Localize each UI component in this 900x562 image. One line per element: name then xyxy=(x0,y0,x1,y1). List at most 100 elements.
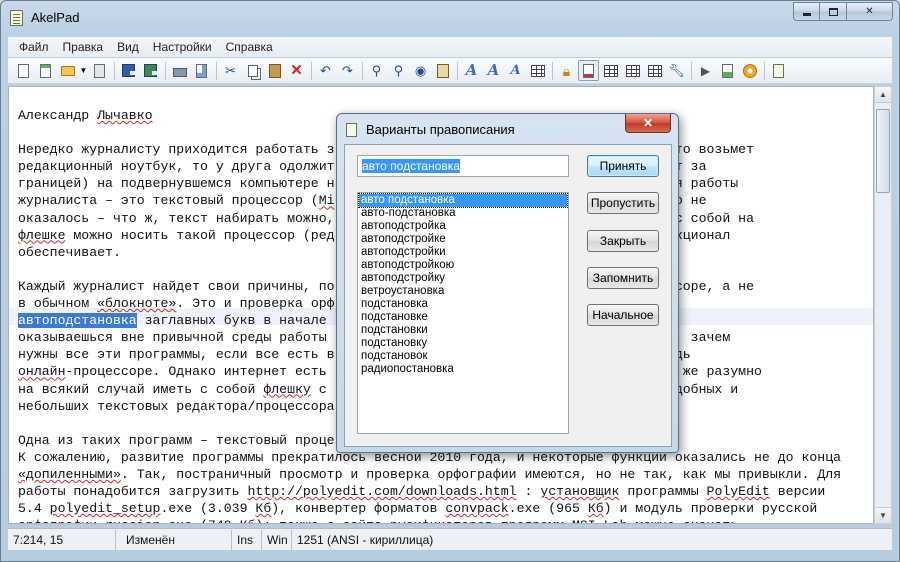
dropdown-arrow-icon: ▼ xyxy=(79,65,88,75)
dialog-close-button[interactable]: ✕ xyxy=(625,114,671,133)
notepad-button[interactable] xyxy=(768,60,789,81)
suggestion-item[interactable]: автоподстройкою xyxy=(359,259,567,272)
find-button[interactable]: ⚲ xyxy=(366,60,387,81)
replacement-input-value: авто подстановка xyxy=(362,159,460,173)
play-icon: ▶ xyxy=(700,63,711,78)
settings-button[interactable] xyxy=(739,60,760,81)
editor-text-run: программы xyxy=(619,484,707,500)
copy-button[interactable] xyxy=(242,60,263,81)
undo-button[interactable]: ↶ xyxy=(315,60,336,81)
save-all-button[interactable] xyxy=(140,60,161,81)
print-button[interactable] xyxy=(169,60,190,81)
goto-button[interactable]: ◉ xyxy=(410,60,431,81)
suggestion-item[interactable]: подстановку xyxy=(359,337,567,350)
print-preview-button[interactable] xyxy=(191,60,212,81)
editor-text-run: ) и модуль проверки русской xyxy=(603,501,818,517)
color-button[interactable] xyxy=(527,60,548,81)
status-newline[interactable]: Win xyxy=(262,529,292,550)
replacement-input[interactable]: авто подстановка xyxy=(357,155,569,177)
replace-button[interactable]: ⚲ xyxy=(388,60,409,81)
close-button[interactable]: Закрыть xyxy=(587,230,659,252)
redo-button[interactable]: ↷ xyxy=(337,60,358,81)
status-encoding[interactable]: 1251 (ANSI - кириллица) xyxy=(292,530,438,550)
scroll-down-arrow-icon[interactable]: ▼ xyxy=(875,507,891,523)
clipboard-button[interactable] xyxy=(432,60,453,81)
status-position: 7:214, 15 xyxy=(8,529,116,550)
suggestion-item[interactable]: автоподстройке xyxy=(359,233,567,246)
editor-text-run: в обычном xyxy=(18,296,98,312)
suggestion-item[interactable]: авто подстановка xyxy=(358,193,568,208)
suggestion-item[interactable]: подстановка xyxy=(359,298,567,311)
new-window-button[interactable] xyxy=(35,60,56,81)
suggestion-item[interactable]: автоподстройки xyxy=(359,246,567,259)
suggestion-item[interactable]: подстановок xyxy=(359,350,567,363)
misspelled-word: Mi xyxy=(318,193,335,209)
scissors-icon: ✂ xyxy=(225,63,236,78)
new-file-button[interactable] xyxy=(13,60,34,81)
caption-buttons: ✕ xyxy=(793,2,893,22)
copy-icon xyxy=(247,64,258,77)
suggestion-item[interactable]: ветроустановка xyxy=(359,285,567,298)
plugin-icon xyxy=(722,63,733,78)
word-wrap-button[interactable] xyxy=(578,60,599,81)
misspelled-word: Кб xyxy=(255,501,272,517)
menu-file[interactable]: Файл xyxy=(12,37,56,57)
plugin-button[interactable] xyxy=(717,60,738,81)
suggestion-item[interactable]: автоподстройку xyxy=(359,272,567,285)
menu-view[interactable]: Вид xyxy=(110,37,146,57)
app-notepad-icon xyxy=(10,10,23,26)
close-window-button[interactable]: ✕ xyxy=(847,2,893,21)
open-button[interactable] xyxy=(57,60,78,81)
paste-button[interactable] xyxy=(264,60,285,81)
open-dropdown-button[interactable]: ▼ xyxy=(79,60,88,81)
suggestion-item[interactable]: автоподстройка xyxy=(359,220,567,233)
editor-text-run: .exe (965 xyxy=(508,501,588,517)
suggestion-item[interactable]: подстановки xyxy=(359,324,567,337)
split-vertical-button[interactable] xyxy=(644,60,665,81)
scroll-up-arrow-icon[interactable]: ▲ xyxy=(875,87,891,103)
misspelled-word: Кб xyxy=(587,501,604,517)
editor-text-run: орфографии russian.exe (749 Кб); также с… xyxy=(18,518,738,523)
cut-button[interactable]: ✂ xyxy=(220,60,241,81)
split-horizontal-button[interactable] xyxy=(622,60,643,81)
tools-button[interactable]: 🔧︎ xyxy=(666,60,687,81)
save-button[interactable] xyxy=(118,60,139,81)
scroll-thumb[interactable] xyxy=(876,109,890,193)
accept-button[interactable]: Принять xyxy=(587,155,659,177)
suggestion-item[interactable]: авто-подстановка xyxy=(359,207,567,220)
misspelled-word: «допиленными» xyxy=(18,466,121,482)
font-icon: A xyxy=(465,61,478,79)
vertical-scrollbar[interactable]: ▲ ▼ xyxy=(874,86,892,524)
font-smaller-button[interactable]: A xyxy=(505,60,526,81)
suggestions-list[interactable]: авто подстановка авто-подстановка автоподс… xyxy=(357,192,569,434)
minimize-button[interactable] xyxy=(793,2,820,21)
status-modified: Изменён xyxy=(116,529,232,550)
split-window-button[interactable] xyxy=(600,60,621,81)
font-bigger-button[interactable]: A xyxy=(483,60,504,81)
run-button[interactable]: ▶ xyxy=(695,60,716,81)
menu-help[interactable]: Справка xyxy=(219,37,280,57)
status-bar: 7:214, 15 Изменён Ins Win 1251 (ANSI - к… xyxy=(8,528,892,550)
suggestion-item[interactable]: радиопостановка xyxy=(359,363,567,376)
delete-button[interactable]: ✕ xyxy=(286,60,307,81)
editor-text-run: обеспечивает. xyxy=(18,244,121,260)
status-insert-mode[interactable]: Ins xyxy=(232,529,262,550)
editor-text-run: ), конвертер форматов xyxy=(271,501,446,517)
remember-button[interactable]: Запомнить xyxy=(587,267,659,289)
menu-edit[interactable]: Правка xyxy=(56,37,111,57)
font-button[interactable]: A xyxy=(461,60,482,81)
maximize-button[interactable] xyxy=(820,2,847,21)
editor-line: 5.4 polyedit_setup.exe (3.039 Кб), конве… xyxy=(18,500,868,517)
toolbar-separator xyxy=(216,61,217,80)
menu-settings[interactable]: Настройки xyxy=(146,37,219,57)
initial-button[interactable]: Начальное xyxy=(587,304,659,326)
editor-text-run: на всякий случай иметь с собой xyxy=(18,381,264,397)
suggestion-item[interactable]: подстановке xyxy=(359,311,567,324)
reopen-button[interactable] xyxy=(89,60,110,81)
skip-button[interactable]: Пропустить xyxy=(587,192,659,214)
read-only-button[interactable]: 🔒︎ xyxy=(556,60,577,81)
title-bar[interactable]: AkelPad ✕ xyxy=(1,1,899,35)
new-file-icon xyxy=(18,63,29,78)
paste-icon xyxy=(268,63,281,78)
print-icon xyxy=(172,68,187,77)
